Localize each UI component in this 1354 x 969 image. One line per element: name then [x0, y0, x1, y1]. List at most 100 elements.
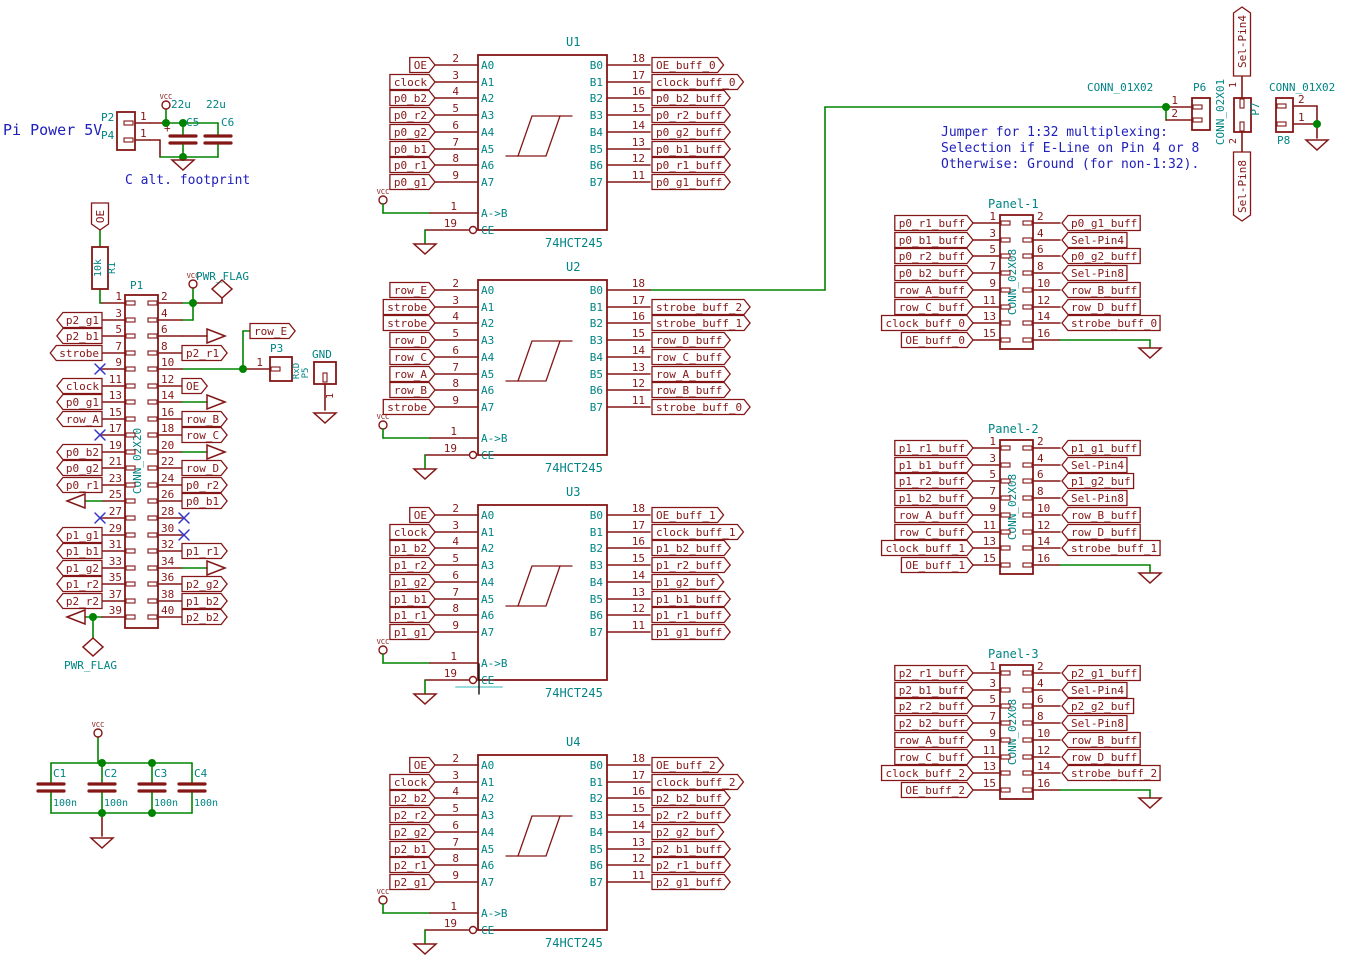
pin-number: 13 [109, 389, 122, 402]
value-U1: 74HCT245 [545, 236, 603, 250]
pin-number: 1 [115, 290, 122, 303]
net-label-text: row_B_buff [1071, 509, 1137, 522]
pin-number: 1 [1298, 111, 1305, 124]
pin-pad [1001, 338, 1010, 342]
pin-number: 16 [632, 785, 645, 798]
ref-U2: U2 [566, 260, 580, 274]
net-label-text: strobe_buff_2 [1071, 767, 1157, 780]
net-label-text: p1_g2 [394, 576, 427, 589]
ic-U1[interactable] [478, 55, 607, 230]
connector-p8[interactable] [1276, 98, 1293, 132]
pin-pad [126, 615, 135, 619]
pin-name: B4 [590, 126, 604, 139]
junction-dot [98, 759, 106, 767]
net-label-text: p0_b1 [186, 495, 219, 508]
pin-number: 10 [1037, 727, 1050, 740]
pin-pad [1023, 530, 1032, 534]
ground-icon [1306, 140, 1328, 150]
pin-number: 7 [115, 340, 122, 353]
pin-pad [148, 466, 157, 470]
pin-name: A2 [481, 792, 494, 805]
pin-name: B3 [590, 109, 603, 122]
pin-number: 16 [1037, 552, 1050, 565]
pin-number: 9 [452, 869, 459, 882]
pin-pad [1193, 105, 1202, 109]
ground-icon [1139, 348, 1161, 358]
net-label-text: p2_g1 [66, 314, 99, 327]
net-label-text: p1_g1_buff [1071, 442, 1137, 455]
pin-number: 6 [452, 344, 459, 357]
vcc-power-label: VCC [92, 721, 105, 729]
net-label-text: row_B_buff [1071, 284, 1137, 297]
junction-dot [1162, 103, 1170, 111]
pin-pad [148, 318, 157, 322]
pin-number: 6 [1037, 693, 1044, 706]
net-label-text: row_E [254, 325, 287, 338]
ref-p2: P2 [101, 111, 114, 124]
value-C3: 100n [154, 798, 178, 809]
pin-pad [1001, 563, 1010, 567]
pin-pad [148, 384, 157, 388]
pin-name: B5 [590, 368, 603, 381]
pin-number: 19 [444, 667, 457, 680]
net-label-text: row_C [394, 351, 427, 364]
junction-dot [148, 759, 156, 767]
pin-number: 35 [109, 571, 122, 584]
pin-name: CE [481, 924, 494, 937]
connector-p2-p4[interactable] [117, 112, 135, 150]
pin-number: 3 [452, 769, 459, 782]
pin-number: 16 [632, 85, 645, 98]
pin-number: 36 [161, 571, 174, 584]
pin-name: B3 [590, 809, 603, 822]
pin-number: 2 [1298, 93, 1305, 106]
ic-U3[interactable] [478, 505, 607, 680]
net-label-text: p1_g2_buf [1071, 475, 1131, 488]
pin-number: 18 [632, 502, 645, 515]
net-label-text: row_C_buff [899, 301, 965, 314]
net-label-text: row_E [394, 284, 427, 297]
pin-number: 12 [1037, 519, 1050, 532]
pin-name: CE [481, 449, 494, 462]
pin-number: 8 [452, 852, 459, 865]
kicad-schematic-sheet: Pi Power 5VC alt. footprintP2P411VCC+22u… [0, 0, 1354, 969]
pin-pad [1277, 104, 1286, 108]
pin-number: 27 [109, 505, 122, 518]
pin-pad [148, 533, 157, 537]
pin-number: 11 [632, 169, 645, 182]
net-label-text: p0_b1_buff [656, 143, 722, 156]
net-label-text: strobe_buff_0 [656, 401, 742, 414]
pin-number: 3 [989, 452, 996, 465]
pin-number: 9 [115, 356, 122, 369]
pin-pad [1001, 738, 1010, 742]
pin-name: A0 [481, 284, 494, 297]
net-label-text: clock_buff_0 [656, 76, 735, 89]
pin-pad [126, 318, 135, 322]
net-label-text: row_B_buff [1071, 734, 1137, 747]
net-label-text: row_A_buff [899, 509, 965, 522]
pin-name: A4 [481, 826, 495, 839]
ic-U2[interactable] [478, 280, 607, 455]
ic-U4[interactable] [478, 755, 607, 930]
pin-pad [126, 417, 135, 421]
vcc-power-label: VCC [377, 188, 390, 196]
connector-p6[interactable] [1192, 98, 1210, 130]
pin-number: 18 [632, 52, 645, 65]
ref-C3: C3 [154, 767, 167, 780]
net-label-text: OE [186, 380, 199, 393]
value-p7: CONN_02X01 [1214, 79, 1227, 145]
net-label-text: strobe [387, 301, 427, 314]
ref-p4: P4 [101, 129, 115, 142]
pin-number: 37 [109, 588, 122, 601]
pin-number: 11 [983, 294, 996, 307]
pin-number: 17 [109, 422, 122, 435]
net-label-text: OE_buff_2 [656, 759, 716, 772]
pin-name: B6 [590, 384, 603, 397]
jumper-note-line: Selection if E-Line on Pin 4 or 8 [941, 141, 1199, 156]
pin-name: A7 [481, 401, 494, 414]
pin-name: B7 [590, 176, 603, 189]
pin-number: 6 [452, 819, 459, 832]
pin-number: 7 [452, 136, 459, 149]
pin-name: A5 [481, 843, 494, 856]
pin-number: 6 [452, 569, 459, 582]
pin-pad [1001, 238, 1010, 242]
